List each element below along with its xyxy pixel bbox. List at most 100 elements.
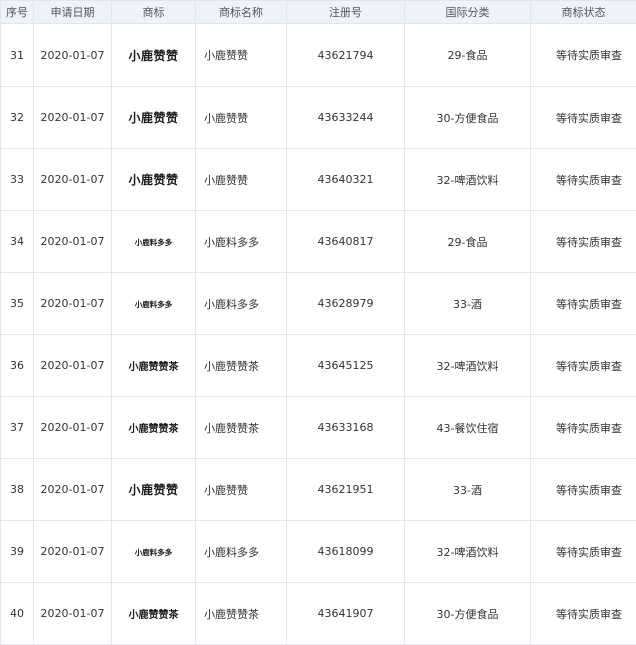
trademark-table: 序号 申请日期 商标 商标名称 注册号 国际分类 商标状态 312020-01-… xyxy=(0,0,636,645)
trademark-logo-image: 小鹿料多多 xyxy=(135,237,173,248)
cell-trademark-logo: 小鹿料多多 xyxy=(112,521,196,583)
cell-international-class: 29-食品 xyxy=(405,24,531,87)
cell-trademark-name: 小鹿赞赞茶 xyxy=(196,583,287,645)
cell-registration-number: 43621794 xyxy=(287,24,405,87)
cell-registration-number: 43641907 xyxy=(287,583,405,645)
cell-international-class: 30-方便食品 xyxy=(405,583,531,645)
cell-trademark-logo: 小鹿赞赞 xyxy=(112,87,196,149)
cell-status: 等待实质审查 xyxy=(531,87,636,149)
table-row[interactable]: 312020-01-07小鹿赞赞小鹿赞赞4362179429-食品等待实质审查 xyxy=(1,24,636,87)
header-international-class[interactable]: 国际分类 xyxy=(405,1,531,24)
table-row[interactable]: 402020-01-07小鹿赞赞茶小鹿赞赞茶4364190730-方便食品等待实… xyxy=(1,583,636,645)
header-registration-number[interactable]: 注册号 xyxy=(287,1,405,24)
trademark-logo-image: 小鹿赞赞茶 xyxy=(129,606,179,621)
cell-trademark-logo: 小鹿赞赞茶 xyxy=(112,397,196,459)
header-index[interactable]: 序号 xyxy=(1,1,34,24)
table-row[interactable]: 372020-01-07小鹿赞赞茶小鹿赞赞茶4363316843-餐饮住宿等待实… xyxy=(1,397,636,459)
cell-status: 等待实质审查 xyxy=(531,273,636,335)
cell-status: 等待实质审查 xyxy=(531,459,636,521)
cell-trademark-name: 小鹿赞赞茶 xyxy=(196,397,287,459)
cell-trademark-name: 小鹿赞赞 xyxy=(196,24,287,87)
cell-international-class: 29-食品 xyxy=(405,211,531,273)
table-row[interactable]: 362020-01-07小鹿赞赞茶小鹿赞赞茶4364512532-啤酒饮料等待实… xyxy=(1,335,636,397)
table-row[interactable]: 392020-01-07小鹿料多多小鹿料多多4361809932-啤酒饮料等待实… xyxy=(1,521,636,583)
trademark-logo-image: 小鹿赞赞 xyxy=(128,47,178,64)
table-row[interactable]: 342020-01-07小鹿料多多小鹿料多多4364081729-食品等待实质审… xyxy=(1,211,636,273)
header-application-date[interactable]: 申请日期 xyxy=(34,1,112,24)
cell-international-class: 43-餐饮住宿 xyxy=(405,397,531,459)
cell-registration-number: 43628979 xyxy=(287,273,405,335)
cell-trademark-logo: 小鹿料多多 xyxy=(112,273,196,335)
cell-status: 等待实质审查 xyxy=(531,149,636,211)
trademark-logo-image: 小鹿赞赞 xyxy=(128,481,178,498)
cell-registration-number: 43633244 xyxy=(287,87,405,149)
cell-international-class: 33-酒 xyxy=(405,273,531,335)
cell-status: 等待实质审查 xyxy=(531,521,636,583)
cell-trademark-name: 小鹿料多多 xyxy=(196,211,287,273)
cell-application-date: 2020-01-07 xyxy=(34,583,112,645)
cell-trademark-name: 小鹿赞赞茶 xyxy=(196,335,287,397)
cell-status: 等待实质审查 xyxy=(531,211,636,273)
cell-registration-number: 43640321 xyxy=(287,149,405,211)
table-row[interactable]: 352020-01-07小鹿料多多小鹿料多多4362897933-酒等待实质审查 xyxy=(1,273,636,335)
cell-index: 31 xyxy=(1,24,34,87)
cell-trademark-name: 小鹿赞赞 xyxy=(196,149,287,211)
cell-international-class: 32-啤酒饮料 xyxy=(405,335,531,397)
cell-registration-number: 43645125 xyxy=(287,335,405,397)
cell-application-date: 2020-01-07 xyxy=(34,24,112,87)
cell-application-date: 2020-01-07 xyxy=(34,397,112,459)
cell-application-date: 2020-01-07 xyxy=(34,211,112,273)
cell-international-class: 30-方便食品 xyxy=(405,87,531,149)
cell-international-class: 33-酒 xyxy=(405,459,531,521)
cell-trademark-name: 小鹿料多多 xyxy=(196,521,287,583)
cell-trademark-logo: 小鹿料多多 xyxy=(112,211,196,273)
table-row[interactable]: 332020-01-07小鹿赞赞小鹿赞赞4364032132-啤酒饮料等待实质审… xyxy=(1,149,636,211)
cell-international-class: 32-啤酒饮料 xyxy=(405,149,531,211)
cell-trademark-name: 小鹿赞赞 xyxy=(196,87,287,149)
cell-trademark-logo: 小鹿赞赞 xyxy=(112,459,196,521)
cell-status: 等待实质审查 xyxy=(531,335,636,397)
cell-registration-number: 43640817 xyxy=(287,211,405,273)
trademark-logo-image: 小鹿赞赞茶 xyxy=(129,358,179,373)
header-trademark-name[interactable]: 商标名称 xyxy=(196,1,287,24)
cell-application-date: 2020-01-07 xyxy=(34,87,112,149)
cell-index: 32 xyxy=(1,87,34,149)
cell-trademark-name: 小鹿料多多 xyxy=(196,273,287,335)
cell-application-date: 2020-01-07 xyxy=(34,459,112,521)
cell-trademark-name: 小鹿赞赞 xyxy=(196,459,287,521)
cell-index: 38 xyxy=(1,459,34,521)
header-trademark-status[interactable]: 商标状态 xyxy=(531,1,636,24)
cell-application-date: 2020-01-07 xyxy=(34,521,112,583)
trademark-logo-image: 小鹿赞赞 xyxy=(128,109,178,126)
cell-application-date: 2020-01-07 xyxy=(34,335,112,397)
cell-index: 37 xyxy=(1,397,34,459)
cell-status: 等待实质审查 xyxy=(531,583,636,645)
cell-application-date: 2020-01-07 xyxy=(34,273,112,335)
cell-application-date: 2020-01-07 xyxy=(34,149,112,211)
cell-index: 39 xyxy=(1,521,34,583)
table-header: 序号 申请日期 商标 商标名称 注册号 国际分类 商标状态 xyxy=(1,1,636,24)
header-trademark[interactable]: 商标 xyxy=(112,1,196,24)
cell-registration-number: 43618099 xyxy=(287,521,405,583)
header-row: 序号 申请日期 商标 商标名称 注册号 国际分类 商标状态 xyxy=(1,1,636,24)
cell-registration-number: 43621951 xyxy=(287,459,405,521)
cell-trademark-logo: 小鹿赞赞茶 xyxy=(112,335,196,397)
cell-status: 等待实质审查 xyxy=(531,24,636,87)
table-row[interactable]: 322020-01-07小鹿赞赞小鹿赞赞4363324430-方便食品等待实质审… xyxy=(1,87,636,149)
cell-trademark-logo: 小鹿赞赞 xyxy=(112,149,196,211)
cell-index: 33 xyxy=(1,149,34,211)
trademark-logo-image: 小鹿料多多 xyxy=(135,299,173,310)
trademark-logo-image: 小鹿赞赞 xyxy=(128,171,178,188)
cell-index: 34 xyxy=(1,211,34,273)
cell-trademark-logo: 小鹿赞赞茶 xyxy=(112,583,196,645)
table-body: 312020-01-07小鹿赞赞小鹿赞赞4362179429-食品等待实质审查3… xyxy=(1,24,636,645)
cell-registration-number: 43633168 xyxy=(287,397,405,459)
trademark-logo-image: 小鹿料多多 xyxy=(135,547,173,558)
table-row[interactable]: 382020-01-07小鹿赞赞小鹿赞赞4362195133-酒等待实质审查 xyxy=(1,459,636,521)
cell-international-class: 32-啤酒饮料 xyxy=(405,521,531,583)
cell-status: 等待实质审查 xyxy=(531,397,636,459)
cell-index: 35 xyxy=(1,273,34,335)
cell-index: 36 xyxy=(1,335,34,397)
cell-index: 40 xyxy=(1,583,34,645)
trademark-logo-image: 小鹿赞赞茶 xyxy=(129,420,179,435)
